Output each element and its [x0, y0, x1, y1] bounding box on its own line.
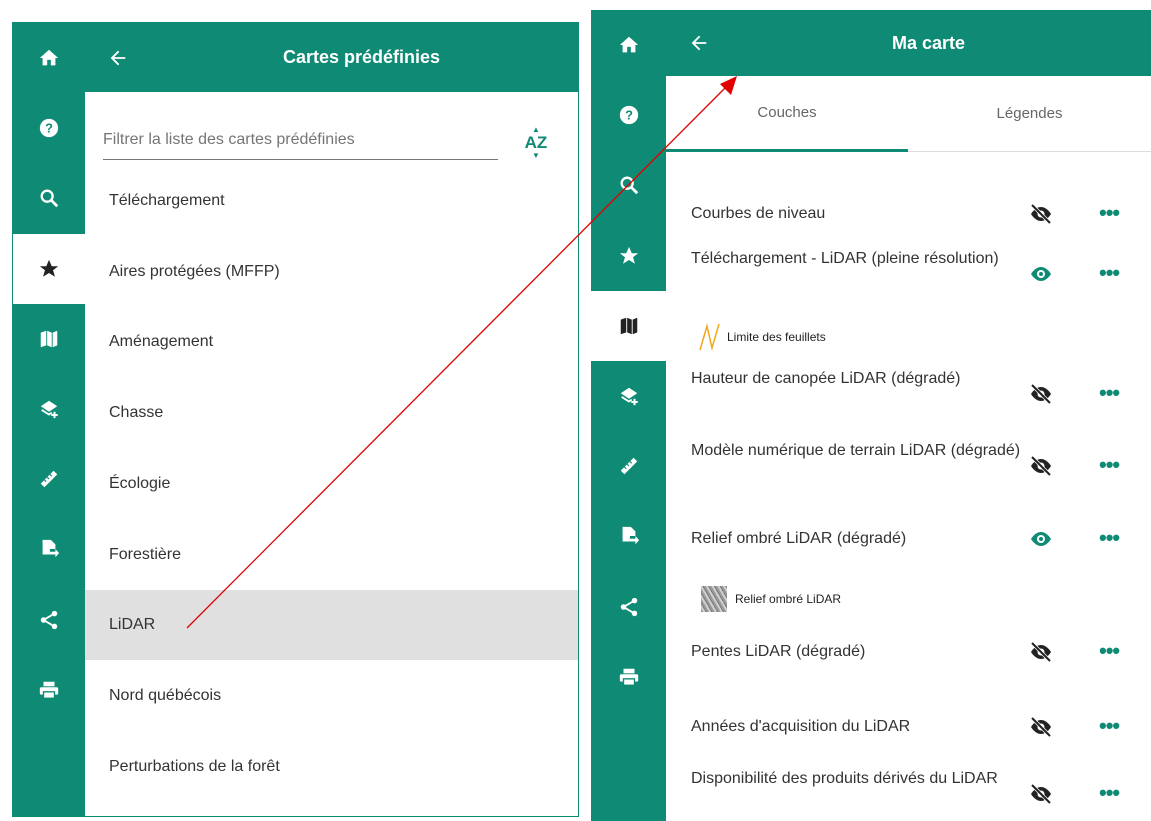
annotation-arrow [186, 76, 737, 629]
